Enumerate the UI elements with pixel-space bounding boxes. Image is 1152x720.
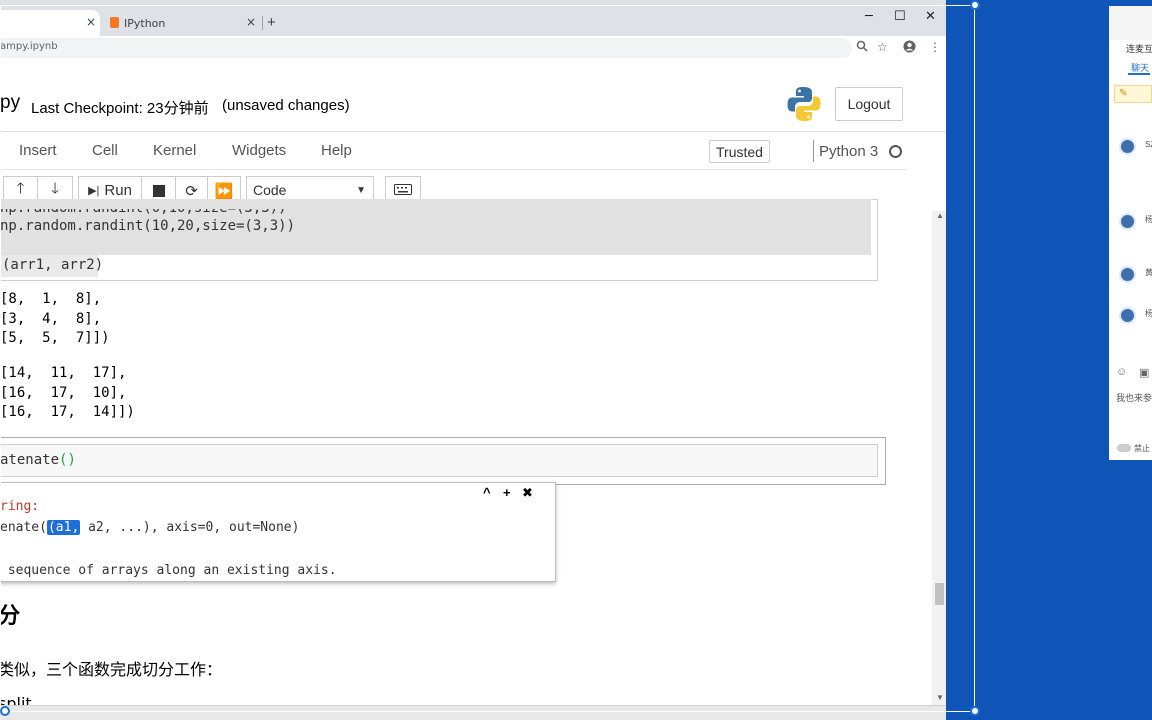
ban-toggle[interactable]	[1117, 444, 1131, 452]
avatar[interactable]	[1119, 307, 1136, 324]
avatar[interactable]	[1119, 213, 1136, 230]
emoji-icon[interactable]: ☺	[1116, 366, 1127, 378]
ban-label: 禁止	[1134, 444, 1150, 453]
chat-username: 杨	[1145, 215, 1152, 224]
resize-handle[interactable]	[0, 706, 10, 716]
chat-header	[1109, 6, 1152, 40]
chat-username: 黄	[1145, 268, 1152, 277]
chat-input[interactable]: 我也来参与一下	[1116, 391, 1152, 404]
avatar[interactable]	[1119, 138, 1136, 155]
resize-handle[interactable]	[970, 706, 980, 716]
chat-username: SZ	[1145, 140, 1152, 149]
resize-handle[interactable]	[970, 0, 980, 10]
avatar[interactable]	[1119, 266, 1136, 283]
selection-frame	[0, 5, 975, 712]
chat-username: 杨	[1145, 309, 1152, 318]
image-icon[interactable]: ▣	[1139, 366, 1149, 379]
megaphone-icon: ✎	[1119, 88, 1128, 99]
chat-tab-underline	[1128, 73, 1150, 75]
chat-title: 连麦互动	[1126, 44, 1152, 54]
